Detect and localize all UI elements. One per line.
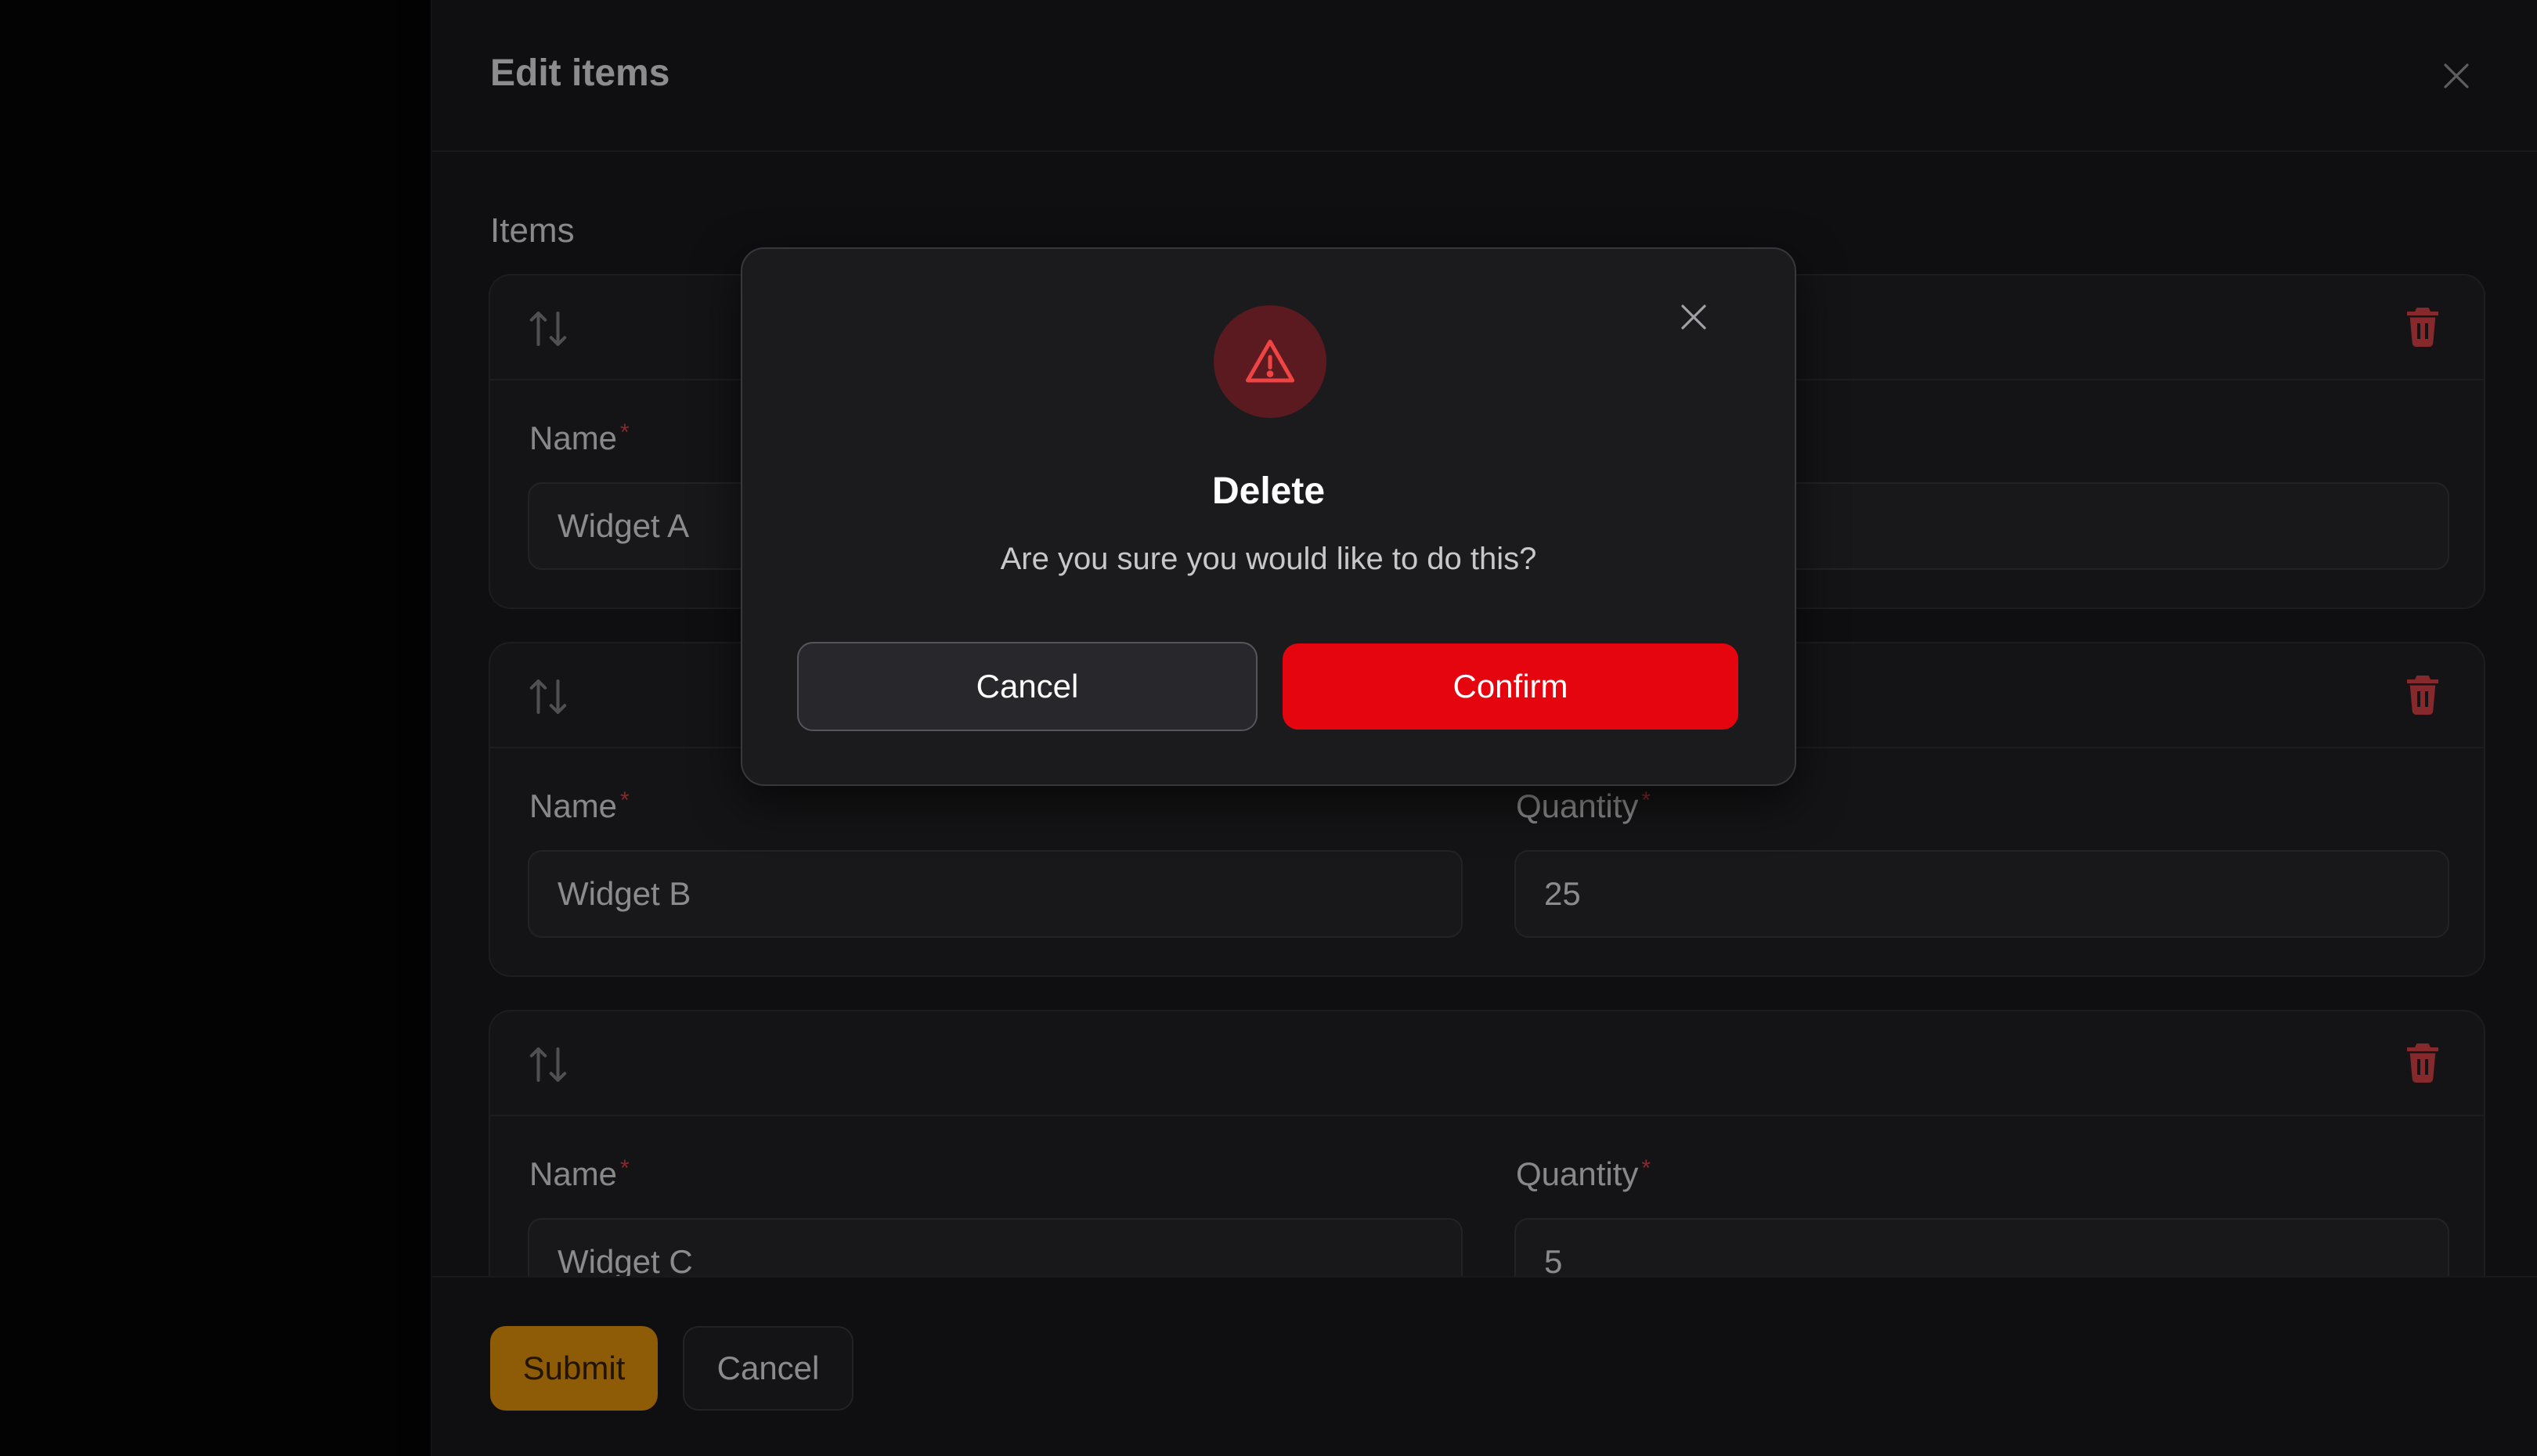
warning-triangle-icon [1245,339,1295,383]
close-icon [1681,305,1706,330]
modal-message: Are you sure you would like to do this? [1000,542,1537,576]
modal-confirm-button[interactable]: Confirm [1283,643,1738,730]
warning-badge [1214,305,1326,418]
modal-title: Delete [1211,470,1326,512]
delete-confirm-modal: Delete Are you sure you would like to do… [741,247,1796,786]
modal-close-button[interactable] [1666,290,1721,344]
modal-cancel-button[interactable]: Cancel [797,642,1258,731]
page: Edit items Items Name * Widget A Name * … [0,0,2537,1456]
